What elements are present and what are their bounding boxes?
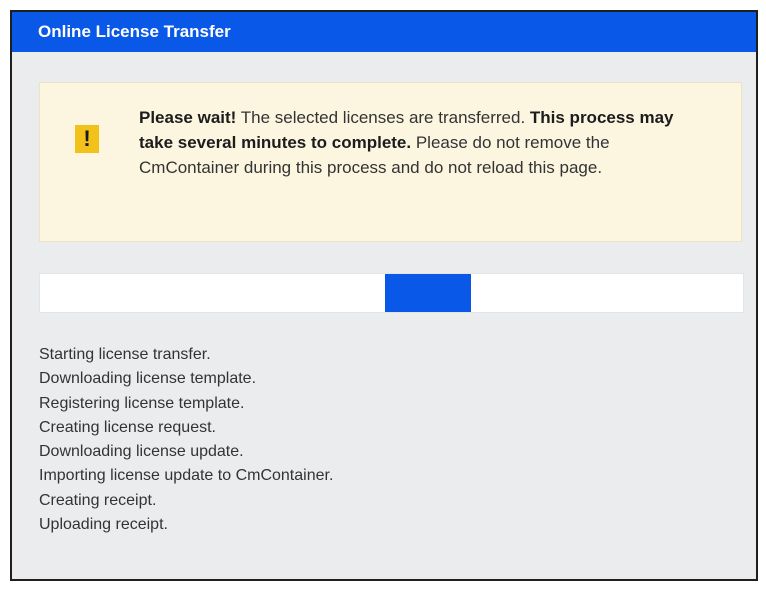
progress-bar — [39, 273, 744, 313]
license-transfer-dialog: Online License Transfer ! Please wait! T… — [10, 10, 758, 581]
alert-message: Please wait! The selected licenses are t… — [139, 105, 709, 180]
progress-indicator — [385, 274, 471, 312]
transfer-log: Starting license transfer. Downloading l… — [39, 343, 333, 537]
alert-lead-text: The selected licenses are transferred. — [236, 108, 530, 127]
log-entry: Downloading license update. — [39, 443, 244, 461]
dialog-title: Online License Transfer — [12, 12, 756, 52]
warning-exclamation-icon: ! — [75, 125, 99, 153]
log-entry: Starting license transfer. — [39, 346, 211, 363]
alert-lead-bold: Please wait! — [139, 108, 237, 127]
log-entry: Registering license template. — [39, 394, 245, 412]
log-entry: Creating license request. — [39, 418, 216, 436]
log-entry: Creating receipt. — [39, 491, 157, 509]
log-entry: Uploading receipt. — [39, 516, 168, 534]
log-entry: Downloading license template. — [39, 370, 257, 388]
log-entry: Importing license update to CmContainer. — [39, 467, 334, 485]
warning-alert: ! Please wait! The selected licenses are… — [39, 82, 742, 242]
